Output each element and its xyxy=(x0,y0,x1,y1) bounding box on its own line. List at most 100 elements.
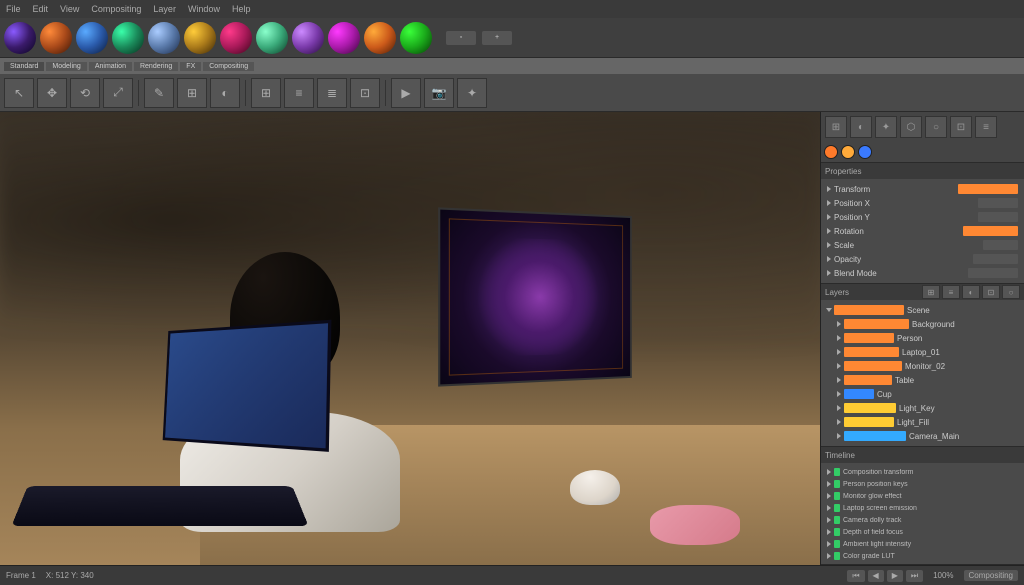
menu-view[interactable]: View xyxy=(60,4,79,14)
material-sphere-9[interactable] xyxy=(328,22,360,54)
scale-tool[interactable]: ⤢ xyxy=(103,78,133,108)
grid-tool[interactable]: ⊞ xyxy=(251,78,281,108)
property-row[interactable]: Position Y xyxy=(824,210,1021,224)
menu-layer[interactable]: Layer xyxy=(153,4,176,14)
layer-row[interactable]: Scene xyxy=(824,303,1021,317)
expand-icon[interactable] xyxy=(837,405,841,411)
expand-icon[interactable] xyxy=(827,553,831,559)
expand-icon[interactable] xyxy=(837,433,841,439)
property-row[interactable]: Transform xyxy=(824,182,1021,196)
expand-icon[interactable] xyxy=(826,308,832,312)
property-value-bar[interactable] xyxy=(968,268,1018,278)
tab-standard[interactable]: Standard xyxy=(4,62,44,71)
rotate-tool[interactable]: ⟲ xyxy=(70,78,100,108)
status-mode[interactable]: Compositing xyxy=(964,570,1018,581)
property-row[interactable]: Blend Mode xyxy=(824,266,1021,280)
color-swatch-1[interactable] xyxy=(841,145,855,159)
layer-row[interactable]: Monitor_02 xyxy=(824,359,1021,373)
layers-tool[interactable]: ≡ xyxy=(284,78,314,108)
expand-icon[interactable] xyxy=(827,493,831,499)
tab-animation[interactable]: Animation xyxy=(89,62,132,71)
layer-tab-3[interactable]: ⊡ xyxy=(982,285,1000,299)
property-value-bar[interactable] xyxy=(983,240,1018,250)
track-row[interactable]: Monitor glow effect xyxy=(824,490,1021,502)
menu-help[interactable]: Help xyxy=(232,4,251,14)
property-value-bar[interactable] xyxy=(978,198,1018,208)
property-row[interactable]: Opacity xyxy=(824,252,1021,266)
quick-tool-6[interactable]: ≡ xyxy=(975,116,997,138)
color-swatch-0[interactable] xyxy=(824,145,838,159)
material-sphere-1[interactable] xyxy=(40,22,72,54)
material-sphere-8[interactable] xyxy=(292,22,324,54)
camera-tool[interactable]: 📷 xyxy=(424,78,454,108)
menu-file[interactable]: File xyxy=(6,4,21,14)
track-row[interactable]: Color grade LUT xyxy=(824,550,1021,562)
layer-row[interactable]: Table xyxy=(824,373,1021,387)
layer-row[interactable]: Light_Key xyxy=(824,401,1021,415)
layer-tab-0[interactable]: ⊞ xyxy=(922,285,940,299)
select-tool[interactable]: ↖ xyxy=(4,78,34,108)
track-row[interactable]: Camera dolly track xyxy=(824,514,1021,526)
expand-icon[interactable] xyxy=(827,505,831,511)
playback-btn-0[interactable]: ⏮ xyxy=(847,570,864,582)
layer-row[interactable]: Light_Fill xyxy=(824,415,1021,429)
expand-icon[interactable] xyxy=(827,541,831,547)
property-value-bar[interactable] xyxy=(973,254,1018,264)
color-swatch-2[interactable] xyxy=(858,145,872,159)
playback-btn-3[interactable]: ⏭ xyxy=(906,570,923,582)
preview-add-pill[interactable]: + xyxy=(482,31,512,45)
quick-tool-0[interactable]: ⊞ xyxy=(825,116,847,138)
material-sphere-11[interactable] xyxy=(400,22,432,54)
playback-btn-2[interactable]: ▶ xyxy=(887,570,903,582)
property-row[interactable]: Scale xyxy=(824,238,1021,252)
material-sphere-10[interactable] xyxy=(364,22,396,54)
material-sphere-3[interactable] xyxy=(112,22,144,54)
expand-icon[interactable] xyxy=(827,517,831,523)
expand-icon[interactable] xyxy=(837,363,841,369)
menu-window[interactable]: Window xyxy=(188,4,220,14)
quick-tool-2[interactable]: ✦ xyxy=(875,116,897,138)
tab-rendering[interactable]: Rendering xyxy=(134,62,178,71)
menu-compositing[interactable]: Compositing xyxy=(91,4,141,14)
track-row[interactable]: Composition transform xyxy=(824,466,1021,478)
playback-btn-1[interactable]: ◀ xyxy=(868,570,884,582)
layer-tab-1[interactable]: ≡ xyxy=(942,285,960,299)
material-sphere-0[interactable] xyxy=(4,22,36,54)
light-tool[interactable]: ✦ xyxy=(457,78,487,108)
expand-icon[interactable] xyxy=(837,321,841,327)
brush-tool[interactable]: ✎ xyxy=(144,78,174,108)
material-sphere-5[interactable] xyxy=(184,22,216,54)
expand-icon[interactable] xyxy=(827,529,831,535)
quick-tool-5[interactable]: ⊡ xyxy=(950,116,972,138)
material-sphere-6[interactable] xyxy=(220,22,252,54)
expand-icon[interactable] xyxy=(827,481,831,487)
menu-edit[interactable]: Edit xyxy=(33,4,49,14)
align-tool[interactable]: ≣ xyxy=(317,78,347,108)
layer-row[interactable]: Background xyxy=(824,317,1021,331)
expand-icon[interactable] xyxy=(827,469,831,475)
property-value-bar[interactable] xyxy=(963,226,1018,236)
expand-icon[interactable] xyxy=(837,377,841,383)
quick-tool-1[interactable]: ◐ xyxy=(850,116,872,138)
property-row[interactable]: Rotation xyxy=(824,224,1021,238)
tab-fx[interactable]: FX xyxy=(180,62,201,71)
layer-row[interactable]: Laptop_01 xyxy=(824,345,1021,359)
expand-icon[interactable] xyxy=(837,391,841,397)
layer-row[interactable]: Cup xyxy=(824,387,1021,401)
property-row[interactable]: Position X xyxy=(824,196,1021,210)
snap-tool[interactable]: ⊡ xyxy=(350,78,380,108)
viewport[interactable] xyxy=(0,112,820,565)
track-row[interactable]: Depth of field focus xyxy=(824,526,1021,538)
material-sphere-2[interactable] xyxy=(76,22,108,54)
track-row[interactable]: Ambient light intensity xyxy=(824,538,1021,550)
quick-tool-3[interactable]: ⬡ xyxy=(900,116,922,138)
mask-tool[interactable]: ◐ xyxy=(210,78,240,108)
expand-icon[interactable] xyxy=(837,349,841,355)
expand-icon[interactable] xyxy=(837,335,841,341)
track-row[interactable]: Person position keys xyxy=(824,478,1021,490)
layer-row[interactable]: Person xyxy=(824,331,1021,345)
property-value-bar[interactable] xyxy=(978,212,1018,222)
tab-modeling[interactable]: Modeling xyxy=(46,62,86,71)
material-sphere-7[interactable] xyxy=(256,22,288,54)
layer-row[interactable]: Camera_Main xyxy=(824,429,1021,443)
